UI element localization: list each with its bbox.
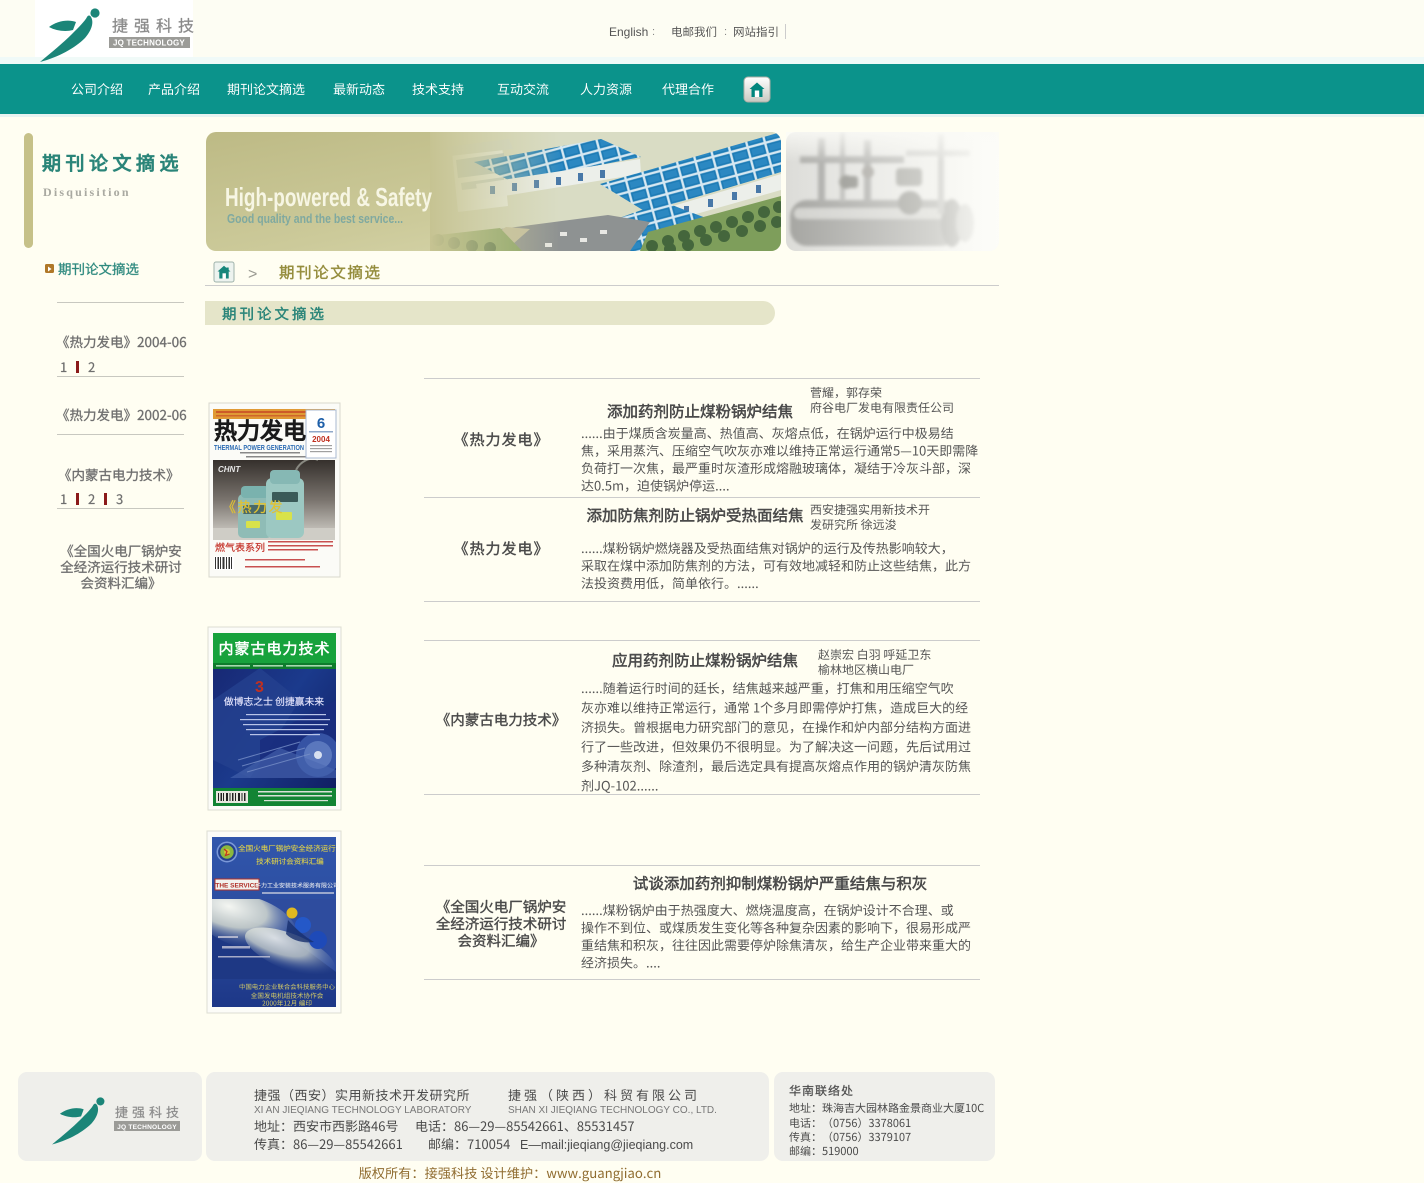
svg-text:Disquisition: Disquisition — [43, 185, 131, 199]
svg-text:THERMAL POWER GENERATION: THERMAL POWER GENERATION — [214, 445, 304, 452]
svg-text:E—mail:jieqiang@jieqiang.com: E—mail:jieqiang@jieqiang.com — [520, 1138, 693, 1152]
svg-text::: : — [652, 26, 655, 38]
svg-text:THE SERVICE: THE SERVICE — [215, 883, 259, 890]
svg-text:CHNT: CHNT — [218, 465, 241, 474]
svg-text:3: 3 — [255, 679, 264, 696]
svg-text::: : — [724, 26, 727, 38]
svg-text:XI AN JIEQIANG TECHNOLOGY LABO: XI AN JIEQIANG TECHNOLOGY LABORATORY — [254, 1105, 472, 1116]
svg-text:High-powered & Safety: High-powered & Safety — [225, 182, 432, 212]
svg-text:Good quality and the best serv: Good quality and the best service... — [227, 211, 403, 226]
svg-text:2004: 2004 — [312, 435, 330, 444]
svg-text:English: English — [609, 25, 648, 39]
svg-text:JQ TECHNOLOGY: JQ TECHNOLOGY — [113, 39, 185, 48]
svg-text:6: 6 — [317, 415, 325, 432]
svg-text:JQ TECHNOLOGY: JQ TECHNOLOGY — [117, 1124, 177, 1131]
svg-text:>: > — [248, 266, 257, 283]
svg-text:SHAN XI JIEQIANG TECHNOLOGY CO: SHAN XI JIEQIANG TECHNOLOGY CO., LTD. — [508, 1105, 717, 1116]
